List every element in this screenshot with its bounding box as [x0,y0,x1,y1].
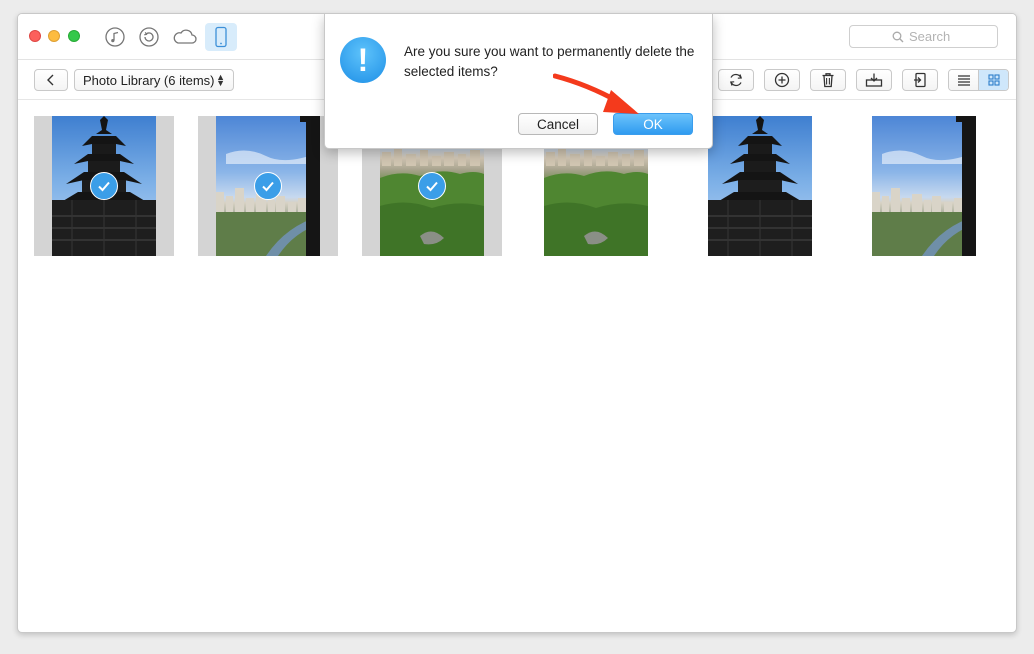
cloud-icon [173,29,197,44]
zoom-window-button[interactable] [68,30,80,42]
checkmark-icon [254,172,282,200]
grid-view-button[interactable] [978,70,1008,90]
photo-library-select[interactable]: Photo Library (6 items) ▲ ▼ [74,69,234,91]
library-select-label: Photo Library (6 items) [83,72,215,88]
chevron-left-icon [47,74,54,86]
search-input[interactable] [909,29,955,44]
search-box[interactable] [849,25,998,48]
photo-thumbnail [216,116,320,256]
grid-view-icon [987,74,1000,86]
send-to-device-button[interactable] [902,69,938,91]
list-view-icon [957,75,970,86]
photo-tile[interactable] [854,116,994,256]
delete-button[interactable] [810,69,846,91]
view-mode-toggle [948,69,1009,91]
backup-restore-tab-button[interactable] [133,23,165,51]
checkmark-icon [90,172,118,200]
add-icon [774,72,790,88]
restore-icon [139,27,159,47]
music-tab-button[interactable] [99,23,131,51]
back-button[interactable] [34,69,68,91]
search-icon [892,31,904,42]
refresh-icon [729,73,743,87]
photo-tile[interactable] [34,116,174,256]
photo-thumbnail [872,116,976,256]
music-note-icon [105,27,125,47]
export-to-computer-icon [865,73,883,87]
export-to-computer-button[interactable] [856,69,892,91]
alert-icon: ! [340,37,386,83]
up-down-chevron-icon: ▲ ▼ [216,72,225,88]
photo-thumbnail [52,116,156,256]
list-view-button[interactable] [949,70,978,90]
phone-icon [215,26,227,48]
checkmark-icon [418,172,446,200]
delete-confirmation-dialog: ! Are you sure you want to permanently d… [324,14,713,149]
icloud-tab-button[interactable] [169,23,201,51]
close-window-button[interactable] [29,30,41,42]
photo-tile[interactable] [198,116,338,256]
add-button[interactable] [764,69,800,91]
send-to-device-icon [914,72,926,88]
refresh-button[interactable] [718,69,754,91]
minimize-window-button[interactable] [48,30,60,42]
photo-grid [18,101,1016,632]
photo-thumbnail [708,116,812,256]
red-arrow-annotation-icon [553,73,639,114]
trash-icon [822,73,834,88]
device-tab-button[interactable] [205,23,237,51]
app-window: Photo Library (6 items) ▲▼ ! [17,13,1017,633]
